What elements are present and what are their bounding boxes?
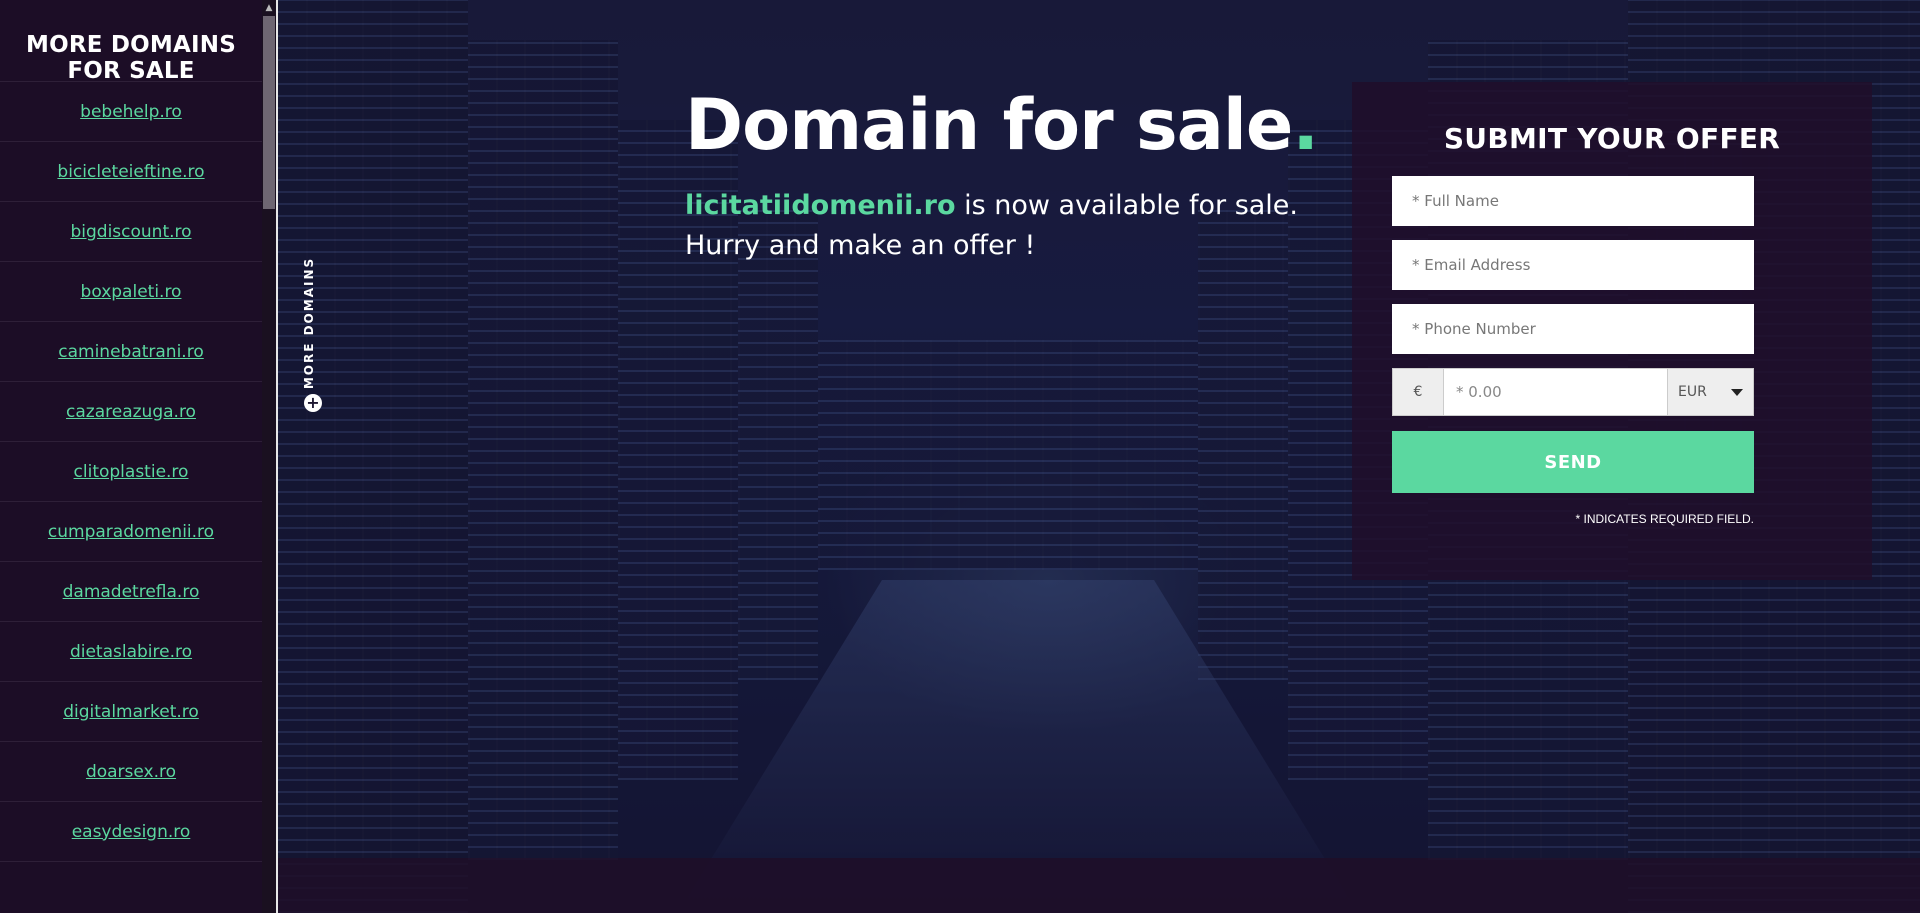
list-item: digitalmarket.ro xyxy=(0,682,262,742)
sidebar-content: MORE DOMAINS FOR SALE bebehelp.ro bicicl… xyxy=(0,0,262,862)
domain-link[interactable]: easydesign.ro xyxy=(72,822,191,842)
list-item: doarsex.ro xyxy=(0,742,262,802)
email-input[interactable] xyxy=(1392,240,1754,290)
offer-form-title: SUBMIT YOUR OFFER xyxy=(1443,122,1781,155)
list-item: boxpaleti.ro xyxy=(0,262,262,322)
scroll-up-arrow-icon[interactable]: ▲ xyxy=(262,0,276,16)
sidebar-scrollbar[interactable]: ▲ xyxy=(262,0,276,913)
domains-sidebar: MORE DOMAINS FOR SALE bebehelp.ro bicicl… xyxy=(0,0,278,913)
availability-suffix: is now available for sale. xyxy=(955,190,1298,221)
domain-name: licitatiidomenii.ro xyxy=(685,190,956,221)
domain-link[interactable]: boxpaleti.ro xyxy=(81,282,182,302)
list-item: damadetrefla.ro xyxy=(0,562,262,622)
domain-link[interactable]: clitoplastie.ro xyxy=(74,462,189,482)
scrollbar-thumb[interactable] xyxy=(263,16,275,209)
list-item: bigdiscount.ro xyxy=(0,202,262,262)
list-item: cazareazuga.ro xyxy=(0,382,262,442)
page-title: Domain for sale. xyxy=(685,80,1319,170)
domain-link[interactable]: bicicleteieftine.ro xyxy=(57,162,204,182)
domain-link[interactable]: damadetrefla.ro xyxy=(63,582,200,602)
phone-input[interactable] xyxy=(1392,304,1754,354)
domain-link[interactable]: bigdiscount.ro xyxy=(70,222,191,242)
list-item: dietaslabire.ro xyxy=(0,622,262,682)
currency-symbol: € xyxy=(1393,369,1444,415)
domain-link[interactable]: doarsex.ro xyxy=(86,762,176,782)
more-domains-toggle[interactable]: MORE DOMAINS + xyxy=(296,250,326,420)
list-item: bicicleteieftine.ro xyxy=(0,142,262,202)
list-item: bebehelp.ro xyxy=(0,82,262,142)
list-item: clitoplastie.ro xyxy=(0,442,262,502)
call-to-action-text: Hurry and make an offer ! xyxy=(685,230,1036,261)
domain-list: bebehelp.ro bicicleteieftine.ro bigdisco… xyxy=(0,82,262,862)
page: MORE DOMAINS FOR SALE bebehelp.ro bicicl… xyxy=(0,0,1920,913)
chevron-down-icon xyxy=(1731,388,1743,396)
offer-amount-group: € EUR xyxy=(1392,368,1754,416)
footer-band xyxy=(278,858,1920,913)
list-item: easydesign.ro xyxy=(0,802,262,862)
headline-dot: . xyxy=(1292,84,1319,166)
domain-link[interactable]: digitalmarket.ro xyxy=(63,702,199,722)
domain-link[interactable]: cumparadomenii.ro xyxy=(48,522,214,542)
availability-text: licitatiidomenii.ro is now available for… xyxy=(685,186,1325,266)
list-item: cumparadomenii.ro xyxy=(0,502,262,562)
offer-form: SUBMIT YOUR OFFER € EUR SEND * INDICATES… xyxy=(1352,82,1872,580)
headline-text: Domain for sale xyxy=(685,84,1293,166)
currency-selected-value: EUR xyxy=(1678,384,1707,400)
domain-link[interactable]: cazareazuga.ro xyxy=(66,402,196,422)
currency-select[interactable]: EUR xyxy=(1667,369,1753,415)
more-domains-label: MORE DOMAINS xyxy=(302,256,316,390)
send-button[interactable]: SEND xyxy=(1392,431,1754,493)
domain-link[interactable]: dietaslabire.ro xyxy=(70,642,192,662)
domain-link[interactable]: caminebatrani.ro xyxy=(58,342,203,362)
plus-circle-icon[interactable]: + xyxy=(304,394,322,412)
domain-link[interactable]: bebehelp.ro xyxy=(80,102,182,122)
list-item: caminebatrani.ro xyxy=(0,322,262,382)
offer-amount-input[interactable] xyxy=(1444,369,1667,415)
sidebar-title: MORE DOMAINS FOR SALE xyxy=(0,0,262,84)
required-field-note: * INDICATES REQUIRED FIELD. xyxy=(1575,512,1754,526)
full-name-input[interactable] xyxy=(1392,176,1754,226)
